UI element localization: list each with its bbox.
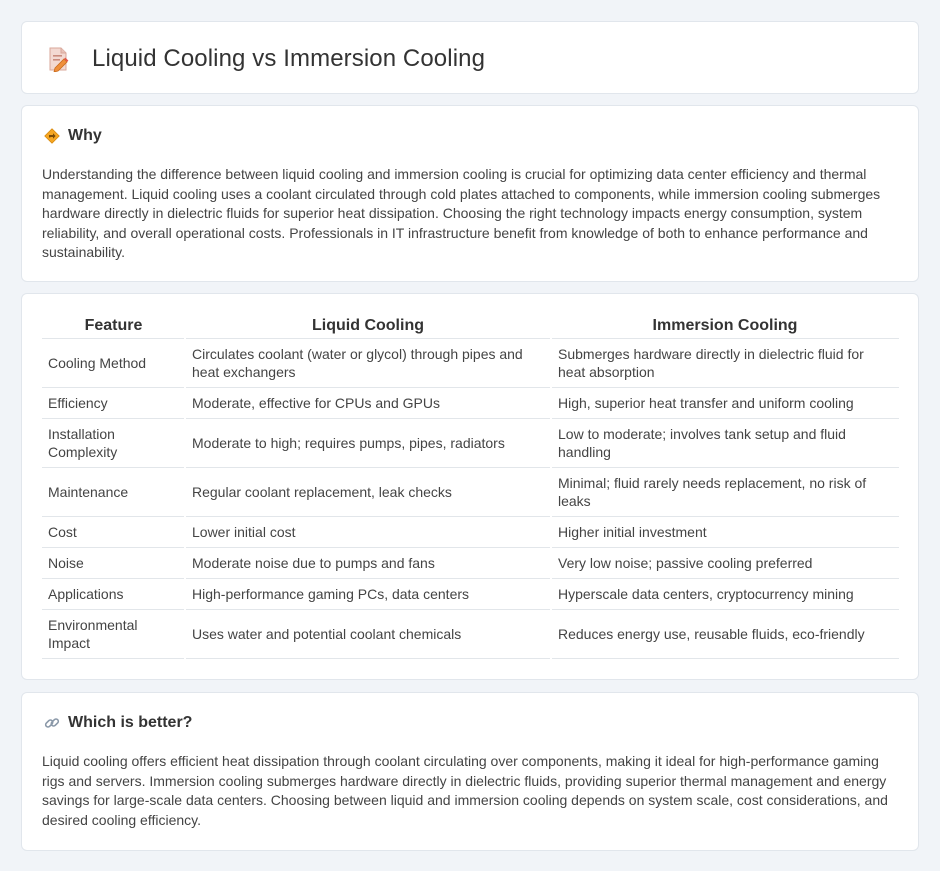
feature-cell: Efficiency [42, 387, 185, 419]
title-row: Liquid Cooling vs Immersion Cooling [46, 45, 485, 73]
table-row: Applications High-performance gaming PCs… [42, 578, 899, 610]
page-title: Liquid Cooling vs Immersion Cooling [92, 45, 486, 72]
immersion-cell: Submerges hardware directly in dielectri… [550, 338, 899, 388]
table-row: Noise Moderate noise due to pumps and fa… [42, 547, 899, 579]
better-text: Liquid cooling offers efficient heat dis… [42, 753, 888, 828]
feature-cell: Maintenance [42, 467, 185, 517]
feature-cell: Installation Complexity [42, 418, 185, 468]
immersion-cell: Low to moderate; involves tank setup and… [550, 418, 899, 468]
feature-cell: Cooling Method [42, 338, 185, 388]
immersion-cell: Reduces energy use, reusable fluids, eco… [550, 609, 899, 659]
feature-cell: Applications [42, 578, 185, 610]
immersion-cell: Very low noise; passive cooling preferre… [550, 547, 899, 579]
why-heading: Why [68, 127, 102, 144]
better-heading: Which is better? [68, 714, 193, 731]
comparison-section: Feature Liquid Cooling Immersion Cooling… [21, 293, 919, 680]
immersion-cell: Hyperscale data centers, cryptocurrency … [550, 578, 899, 610]
why-section: Why Understanding the difference between… [21, 105, 919, 282]
table-row: Environmental Impact Uses water and pote… [42, 609, 899, 659]
liquid-cell: Regular coolant replacement, leak checks [184, 467, 551, 517]
diamond-arrow-icon [44, 128, 60, 144]
liquid-cell: Moderate noise due to pumps and fans [184, 547, 551, 579]
immersion-cell: High, superior heat transfer and uniform… [550, 387, 899, 419]
liquid-cell: Uses water and potential coolant chemica… [184, 609, 551, 659]
document-edit-icon [49, 47, 69, 72]
header-feature: Feature [42, 316, 185, 339]
table-row: Installation Complexity Moderate to high… [42, 418, 899, 468]
which-better-section: Which is better? Liquid cooling offers e… [21, 692, 919, 851]
header-immersion-cooling: Immersion Cooling [551, 316, 899, 339]
liquid-cell: Lower initial cost [184, 516, 551, 548]
header-liquid-cooling: Liquid Cooling [185, 316, 551, 339]
why-heading-row: Why [44, 127, 102, 145]
liquid-cell: Moderate, effective for CPUs and GPUs [184, 387, 551, 419]
immersion-cell: Minimal; fluid rarely needs replacement,… [550, 467, 899, 517]
feature-cell: Cost [42, 516, 185, 548]
comparison-table: Feature Liquid Cooling Immersion Cooling… [42, 316, 899, 659]
liquid-cell: High-performance gaming PCs, data center… [184, 578, 551, 610]
immersion-cell: Higher initial investment [550, 516, 899, 548]
link-icon [44, 718, 60, 728]
table-row: Efficiency Moderate, effective for CPUs … [42, 387, 899, 419]
liquid-cell: Circulates coolant (water or glycol) thr… [184, 338, 551, 388]
title-card: Liquid Cooling vs Immersion Cooling [21, 21, 919, 94]
liquid-cell: Moderate to high; requires pumps, pipes,… [184, 418, 551, 468]
why-text: Understanding the difference between liq… [42, 166, 881, 261]
table-row: Cost Lower initial cost Higher initial i… [42, 516, 899, 548]
table-header-row: Feature Liquid Cooling Immersion Cooling [42, 316, 899, 339]
feature-cell: Noise [42, 547, 185, 579]
feature-cell: Environmental Impact [42, 609, 185, 659]
better-heading-row: Which is better? [44, 714, 192, 732]
table-row: Cooling Method Circulates coolant (water… [42, 338, 899, 388]
table-row: Maintenance Regular coolant replacement,… [42, 467, 899, 517]
